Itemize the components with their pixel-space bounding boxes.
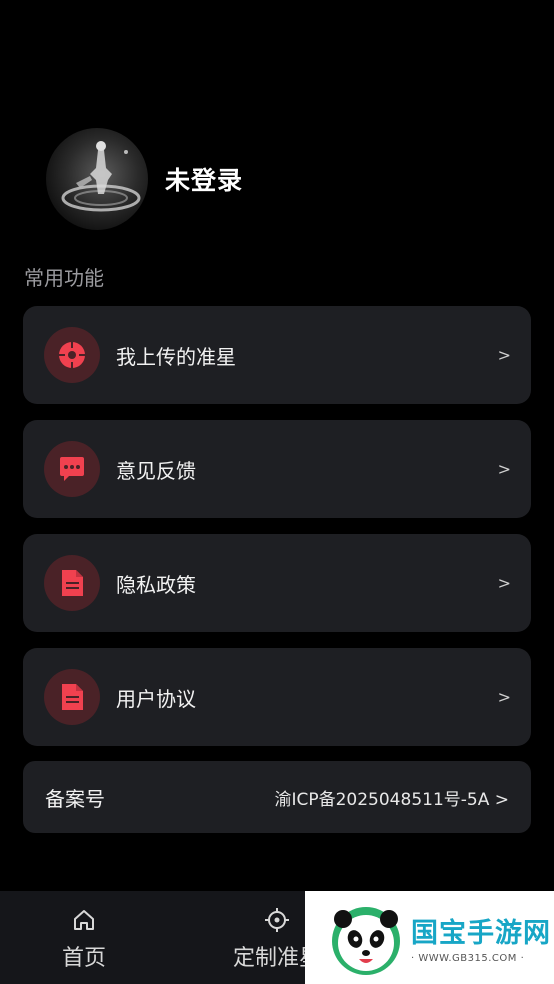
section-title: 常用功能 [24, 266, 104, 290]
home-icon [74, 910, 94, 930]
watermark-url: · WWW.GB315.COM · [411, 953, 525, 964]
menu-item-label: 用户协议 [116, 686, 196, 711]
chevron-right-icon: > [497, 459, 511, 479]
tab-label: 首页 [61, 946, 106, 971]
avatar[interactable] [46, 128, 148, 230]
icp-record-value[interactable]: 渝ICP备2025048511号-5A > [274, 785, 509, 810]
watermark-logo: 国宝手游网 · WWW.GB315.COM · [305, 891, 554, 984]
icp-record-row[interactable]: 备案号 渝ICP备2025048511号-5A > [23, 761, 531, 833]
panda-logo-icon [327, 899, 405, 977]
menu-item-privacy-policy[interactable]: 隐私政策 > [23, 534, 531, 632]
menu-item-my-uploads[interactable]: 我上传的准星 > [23, 306, 531, 404]
tab-home[interactable]: 首页 [24, 891, 144, 984]
chat-bubble-icon [44, 441, 100, 497]
watermark-title: 国宝手游网 [411, 918, 551, 949]
menu-item-label: 我上传的准星 [116, 344, 236, 369]
chevron-right-icon: > [497, 573, 511, 593]
document-icon [44, 555, 100, 611]
icp-record-label: 备案号 [45, 786, 105, 811]
profile-header[interactable]: 未登录 [46, 128, 243, 230]
menu-item-label: 隐私政策 [116, 572, 196, 597]
crosshair-icon [265, 908, 289, 932]
crosshair-icon [44, 327, 100, 383]
menu-item-label: 意见反馈 [116, 458, 196, 483]
chevron-right-icon: > [497, 345, 511, 365]
username[interactable]: 未登录 [165, 161, 243, 197]
chevron-right-icon: > [497, 687, 511, 707]
document-icon [44, 669, 100, 725]
menu-item-feedback[interactable]: 意见反馈 > [23, 420, 531, 518]
menu-item-user-agreement[interactable]: 用户协议 > [23, 648, 531, 746]
